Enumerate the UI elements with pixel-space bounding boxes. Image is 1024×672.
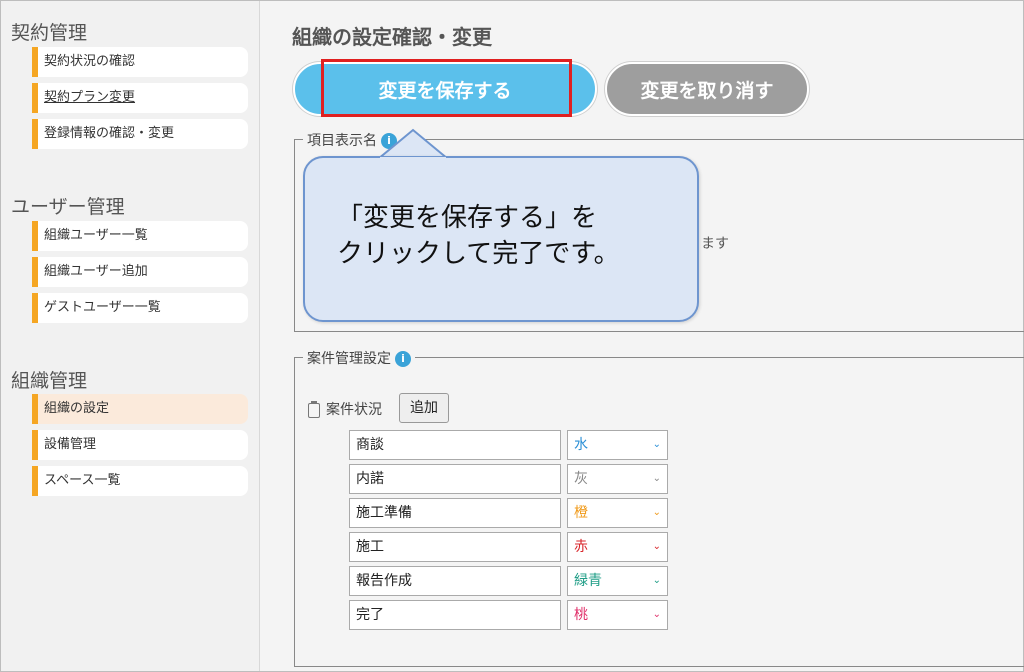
tooltip-callout: 「変更を保存する」を クリックして完了です。 — [303, 156, 699, 322]
chevron-down-icon: ⌄ — [652, 575, 661, 586]
status-color-select[interactable]: 赤 ⌄ — [567, 532, 668, 562]
case-legend: 案件管理設定 i — [303, 348, 415, 368]
sidebar-item-contract-plan[interactable]: 契約プラン変更 — [32, 83, 248, 113]
sidebar-section-contract-title: 契約管理 — [11, 22, 88, 44]
chevron-down-icon: ⌄ — [652, 439, 661, 450]
chevron-down-icon: ⌄ — [652, 609, 661, 620]
sidebar-item-org-settings[interactable]: 組織の設定 — [32, 394, 248, 424]
cancel-button[interactable]: 変更を取り消す — [605, 62, 809, 116]
sidebar-item-guest-users[interactable]: ゲストユーザー一覧 — [32, 293, 248, 323]
sidebar-item-registration[interactable]: 登録情報の確認・変更 — [32, 119, 248, 149]
status-color-label: 橙 — [574, 505, 588, 521]
sidebar-item-contract-status[interactable]: 契約状況の確認 — [32, 47, 248, 77]
status-name-input[interactable]: 完了 — [349, 600, 561, 630]
add-status-button[interactable]: 追加 — [399, 393, 449, 423]
sidebar-section-org-title: 組織管理 — [11, 370, 88, 392]
partial-text: ます — [701, 236, 729, 252]
main-panel: 組織の設定確認・変更 変更を保存する 変更を取り消す 項目表示名 i ます 案件管… — [260, 1, 1024, 671]
info-icon[interactable]: i — [381, 133, 397, 149]
sidebar-item-org-users[interactable]: 組織ユーザー一覧 — [32, 221, 248, 251]
status-color-select[interactable]: 灰 ⌄ — [567, 464, 668, 494]
status-name-input[interactable]: 商談 — [349, 430, 561, 460]
status-color-select[interactable]: 水 ⌄ — [567, 430, 668, 460]
status-name-input[interactable]: 内諾 — [349, 464, 561, 494]
app-frame: 契約管理 契約状況の確認 契約プラン変更 登録情報の確認・変更 ユーザー管理 組… — [0, 0, 1024, 672]
status-color-label: 桃 — [574, 607, 588, 623]
chevron-down-icon: ⌄ — [652, 507, 661, 518]
status-name-input[interactable]: 報告作成 — [349, 566, 561, 596]
clipboard-icon — [308, 400, 320, 418]
sidebar-item-spaces[interactable]: スペース一覧 — [32, 466, 248, 496]
tooltip-text: 「変更を保存する」を クリックして完了です。 — [337, 203, 620, 269]
chevron-down-icon: ⌄ — [652, 541, 661, 552]
status-color-label: 緑青 — [574, 573, 602, 589]
sidebar-item-add-user[interactable]: 組織ユーザー追加 — [32, 257, 248, 287]
status-color-select[interactable]: 緑青 ⌄ — [567, 566, 668, 596]
info-icon[interactable]: i — [395, 351, 411, 367]
status-color-label: 水 — [574, 437, 588, 453]
sidebar: 契約管理 契約状況の確認 契約プラン変更 登録情報の確認・変更 ユーザー管理 組… — [1, 1, 260, 671]
status-name-input[interactable]: 施工準備 — [349, 498, 561, 528]
sidebar-item-equipment[interactable]: 設備管理 — [32, 430, 248, 460]
status-name-input[interactable]: 施工 — [349, 532, 561, 562]
save-button[interactable]: 変更を保存する — [293, 62, 597, 116]
page-title: 組織の設定確認・変更 — [292, 25, 492, 49]
status-color-label: 赤 — [574, 539, 588, 555]
sidebar-section-user-title: ユーザー管理 — [11, 196, 125, 218]
status-heading: 案件状況 — [308, 399, 382, 419]
chevron-down-icon: ⌄ — [652, 473, 661, 484]
status-color-select[interactable]: 桃 ⌄ — [567, 600, 668, 630]
status-color-label: 灰 — [574, 471, 588, 487]
status-color-select[interactable]: 橙 ⌄ — [567, 498, 668, 528]
field-display-legend: 項目表示名 i — [303, 130, 401, 150]
